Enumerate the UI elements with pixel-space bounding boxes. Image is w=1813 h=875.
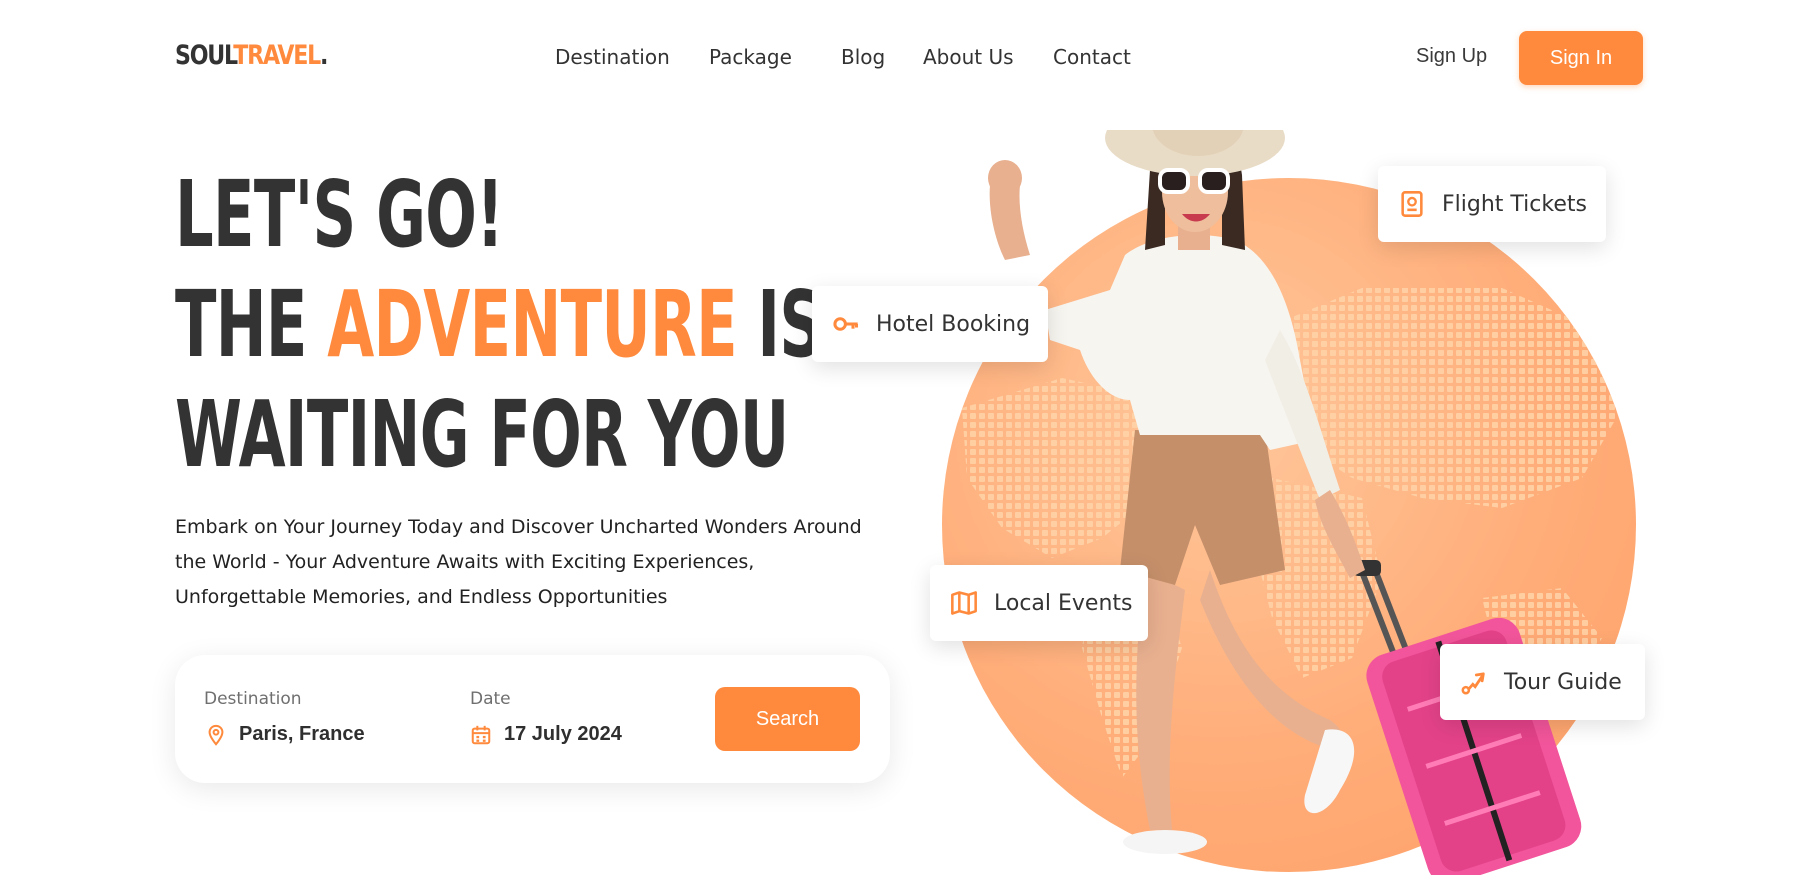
tour-guide-card[interactable]: Tour Guide	[1440, 644, 1645, 720]
headline-line-2-pre: THE	[175, 271, 328, 378]
hotel-booking-label: Hotel Booking	[876, 311, 1031, 337]
nav-package[interactable]: Package	[709, 45, 792, 69]
search-card: Destination Paris, France Date 17 July 2…	[175, 655, 890, 783]
hero-description: Embark on Your Journey Today and Discove…	[175, 516, 862, 608]
tour-guide-label: Tour Guide	[1504, 669, 1622, 695]
date-label: Date	[470, 689, 511, 709]
local-events-card[interactable]: Local Events	[930, 565, 1148, 641]
sign-up-link[interactable]: Sign Up	[1416, 45, 1487, 68]
headline-accent-word: ADVENTURE	[327, 271, 737, 378]
date-value[interactable]: 17 July 2024	[504, 723, 622, 746]
nav-blog[interactable]: Blog	[841, 45, 885, 69]
local-events-label: Local Events	[994, 590, 1133, 616]
key-icon	[833, 317, 859, 331]
flight-tickets-label: Flight Tickets	[1442, 191, 1587, 217]
calendar-icon	[471, 725, 491, 745]
hotel-booking-card[interactable]: Hotel Booking	[812, 286, 1048, 362]
destination-value[interactable]: Paris, France	[239, 723, 365, 746]
map-icon	[951, 591, 977, 615]
headline-line-3: WAITING FOR YOU	[175, 381, 789, 488]
nav-about-us[interactable]: About Us	[923, 45, 1014, 69]
flight-tickets-card[interactable]: Flight Tickets	[1378, 166, 1606, 242]
destination-label: Destination	[204, 689, 302, 709]
nav-contact[interactable]: Contact	[1053, 45, 1131, 69]
brand-part-soul: SOUL	[175, 40, 235, 71]
search-button[interactable]: Search	[715, 687, 860, 751]
brand-part-travel: TRAVEL	[233, 40, 321, 71]
brand-dot: .	[320, 40, 328, 71]
headline-line-1: LET'S GO!	[175, 161, 504, 268]
route-icon	[1461, 672, 1485, 695]
hero-headline: LET'S GO! THE ADVENTURE IS WAITING FOR Y…	[175, 160, 823, 490]
headline-line-2-post: IS	[736, 271, 823, 378]
headline-line-2: THE ADVENTURE IS	[175, 270, 823, 380]
nav-destination[interactable]: Destination	[555, 45, 670, 69]
sign-in-button[interactable]: Sign In	[1519, 31, 1643, 85]
passport-icon	[1401, 191, 1423, 217]
brand-logo[interactable]: SOULTRAVEL.	[175, 40, 328, 71]
location-pin-icon	[208, 724, 224, 746]
